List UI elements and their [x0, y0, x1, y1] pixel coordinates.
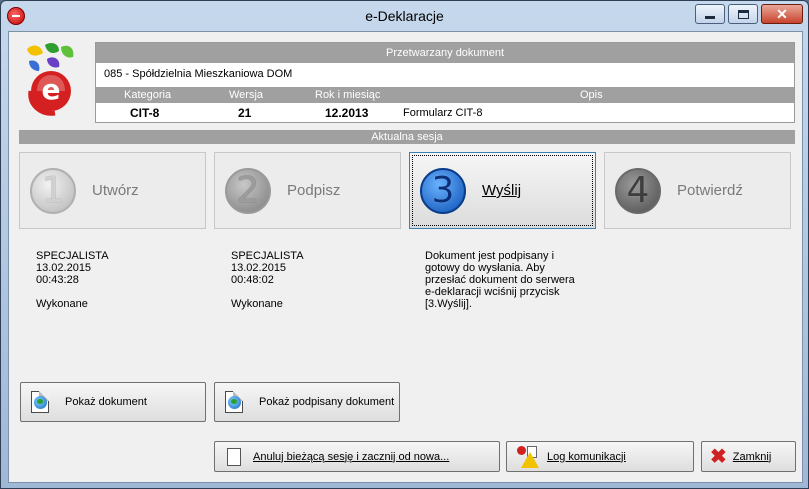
column-category: Kategoria — [124, 89, 172, 101]
show-signed-document-button[interactable]: Pokaż podpisany dokument — [214, 382, 400, 422]
minimize-icon — [705, 15, 715, 19]
step-3-icon: 3 — [420, 167, 466, 214]
step-1-icon: 1 — [30, 167, 76, 214]
cancel-session-label: Anuluj bieżącą sesję i zacznij od nowa..… — [253, 450, 450, 463]
close-button[interactable]: ✖ Zamknij — [701, 441, 796, 472]
document-panel: Przetwarzany dokument 085 - Spółdzielnia… — [95, 42, 795, 123]
document-columns-header: Kategoria Wersja Rok i miesiąc Opis — [96, 87, 794, 103]
communication-log-button[interactable]: Log komunikacji — [506, 441, 694, 472]
step-create-label: Utwórz — [92, 182, 139, 199]
maximize-icon — [737, 9, 749, 19]
signed-document-globe-icon — [225, 391, 247, 413]
document-name: 085 - Spółdzielnia Mieszkaniowa DOM — [104, 68, 293, 80]
column-version: Wersja — [229, 89, 264, 101]
window-close-button[interactable]: ✕ — [761, 4, 803, 24]
client-area: e Przetwarzany dokument 085 - Spółdzieln… — [8, 31, 803, 483]
value-description: Formularz CIT-8 — [403, 107, 483, 119]
step-3-info: Dokument jest podpisany i gotowy do wysł… — [425, 250, 575, 310]
close-label: Zamknij — [732, 450, 772, 463]
cancel-session-button[interactable]: Anuluj bieżącą sesję i zacznij od nowa..… — [214, 441, 500, 472]
main-window: e-Deklaracje ✕ e Przetwarzany dokument 0… — [0, 0, 809, 489]
step-2-icon: 2 — [225, 167, 271, 214]
value-year-month: 12.2013 — [325, 106, 369, 120]
show-document-label: Pokaż dokument — [65, 396, 147, 408]
step-send-button[interactable]: 3 Wyślij — [409, 152, 596, 229]
value-category: CIT-8 — [130, 106, 160, 120]
column-description: Opis — [580, 89, 603, 101]
step-send-label: Wyślij — [482, 182, 522, 199]
maximize-button[interactable] — [728, 4, 758, 24]
blank-document-icon — [227, 447, 241, 466]
show-signed-document-label: Pokaż podpisany dokument — [259, 396, 395, 408]
document-values-row: CIT-8 21 12.2013 Formularz CIT-8 — [96, 106, 794, 122]
title-bar[interactable]: e-Deklaracje ✕ — [1, 1, 808, 31]
column-year-month: Rok i miesiąc — [315, 89, 381, 101]
communication-log-label: Log komunikacji — [547, 450, 626, 463]
window-title: e-Deklaracje — [365, 8, 444, 24]
step-1-info: SPECJALISTA 13.02.2015 00:43:28 Wykonane — [36, 250, 109, 310]
e-deklaracje-logo-icon: e — [27, 43, 74, 116]
svg-text:e: e — [42, 73, 61, 106]
close-x-icon: ✖ — [710, 445, 727, 468]
step-confirm-label: Potwierdź — [677, 182, 743, 199]
step-confirm-button[interactable]: 4 Potwierdź — [604, 152, 791, 229]
close-icon: ✕ — [776, 6, 788, 22]
value-version: 21 — [238, 106, 252, 120]
session-header: Aktualna sesja — [19, 130, 795, 144]
document-panel-header: Przetwarzany dokument — [96, 43, 794, 63]
step-sign-button[interactable]: 2 Podpisz — [214, 152, 401, 229]
document-globe-icon — [31, 391, 53, 413]
minimize-button[interactable] — [695, 4, 725, 24]
show-document-button[interactable]: Pokaż dokument — [20, 382, 206, 422]
step-create-button[interactable]: 1 Utwórz — [19, 152, 206, 229]
warning-log-icon — [517, 445, 539, 468]
step-2-info: SPECJALISTA 13.02.2015 00:48:02 Wykonane — [231, 250, 304, 310]
step-sign-label: Podpisz — [287, 182, 341, 199]
step-4-icon: 4 — [615, 167, 661, 214]
